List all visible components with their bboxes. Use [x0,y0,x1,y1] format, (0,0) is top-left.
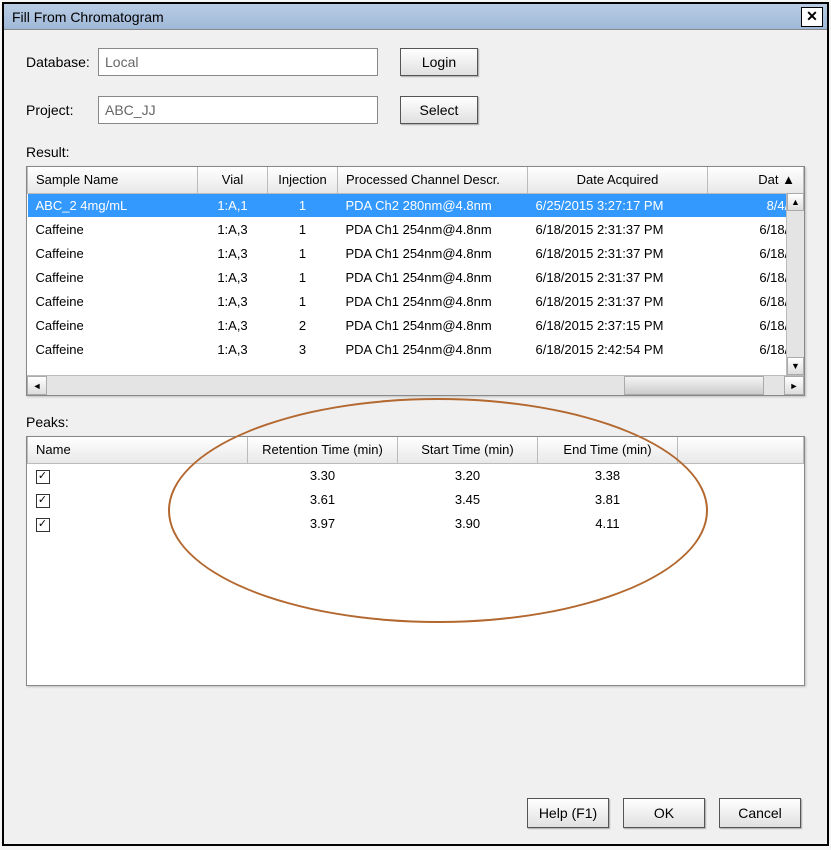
hscroll-thumb[interactable] [624,376,764,395]
col-dat[interactable]: Dat ▲ [708,167,804,193]
result-label: Result: [26,144,805,160]
col-injection[interactable]: Injection [268,167,338,193]
peaks-label: Peaks: [26,414,805,430]
project-input[interactable] [98,96,378,124]
table-row[interactable]: Caffeine1:A,32PDA Ch1 254nm@4.8nm6/18/20… [28,313,804,337]
col-channel[interactable]: Processed Channel Descr. [338,167,528,193]
project-label: Project: [26,102,98,118]
window-title: Fill From Chromatogram [12,9,164,25]
scroll-down-icon[interactable]: ▼ [787,357,804,375]
table-row[interactable]: ✓3.613.453.81 [28,487,804,511]
table-row[interactable]: Caffeine1:A,33PDA Ch1 254nm@4.8nm6/18/20… [28,337,804,361]
table-row[interactable]: ✓3.303.203.38 [28,463,804,487]
titlebar: Fill From Chromatogram ✕ [4,4,827,30]
scroll-up-icon[interactable]: ▲ [787,193,804,211]
col-sample[interactable]: Sample Name [28,167,198,193]
vscroll-track[interactable] [787,211,804,357]
project-row: Project: Select [26,96,805,124]
table-row[interactable]: Caffeine1:A,31PDA Ch1 254nm@4.8nm6/18/20… [28,241,804,265]
database-label: Database: [26,54,98,70]
result-grid: Sample Name Vial Injection Processed Cha… [26,166,805,396]
close-button[interactable]: ✕ [801,7,823,27]
table-row[interactable]: ✓3.973.904.11 [28,511,804,535]
ok-button[interactable]: OK [623,798,705,828]
peaks-grid: Name Retention Time (min) Start Time (mi… [26,436,805,686]
peaks-table: Name Retention Time (min) Start Time (mi… [27,437,804,535]
table-row[interactable]: ABC_2 4mg/mL1:A,11PDA Ch2 280nm@4.8nm6/2… [28,193,804,217]
footer-buttons: Help (F1) OK Cancel [26,792,805,834]
database-row: Database: Login [26,48,805,76]
cancel-button[interactable]: Cancel [719,798,801,828]
scroll-up-icon: ▲ [782,172,795,187]
pcol-end[interactable]: End Time (min) [538,437,678,463]
checkbox[interactable]: ✓ [36,470,50,484]
pcol-rt[interactable]: Retention Time (min) [248,437,398,463]
hscroll-track[interactable] [47,376,784,395]
result-table: Sample Name Vial Injection Processed Cha… [27,167,804,361]
col-vial[interactable]: Vial [198,167,268,193]
pcol-blank[interactable] [678,437,804,463]
login-button[interactable]: Login [400,48,478,76]
pcol-start[interactable]: Start Time (min) [398,437,538,463]
help-button[interactable]: Help (F1) [527,798,609,828]
scroll-right-icon[interactable]: ► [784,376,804,395]
col-date-acquired[interactable]: Date Acquired [528,167,708,193]
dialog-window: Fill From Chromatogram ✕ Database: Login… [2,2,829,846]
result-hscroll[interactable]: ◄ ► [27,375,804,395]
pcol-name[interactable]: Name [28,437,248,463]
checkbox[interactable]: ✓ [36,518,50,532]
table-row[interactable]: Caffeine1:A,31PDA Ch1 254nm@4.8nm6/18/20… [28,289,804,313]
table-row[interactable]: Caffeine1:A,31PDA Ch1 254nm@4.8nm6/18/20… [28,265,804,289]
content-area: Database: Login Project: Select Result: … [4,30,827,844]
checkbox[interactable]: ✓ [36,494,50,508]
table-row[interactable]: Caffeine1:A,31PDA Ch1 254nm@4.8nm6/18/20… [28,217,804,241]
select-button[interactable]: Select [400,96,478,124]
scroll-left-icon[interactable]: ◄ [27,376,47,395]
database-input[interactable] [98,48,378,76]
result-vscroll[interactable]: ▲ ▼ [786,193,804,375]
